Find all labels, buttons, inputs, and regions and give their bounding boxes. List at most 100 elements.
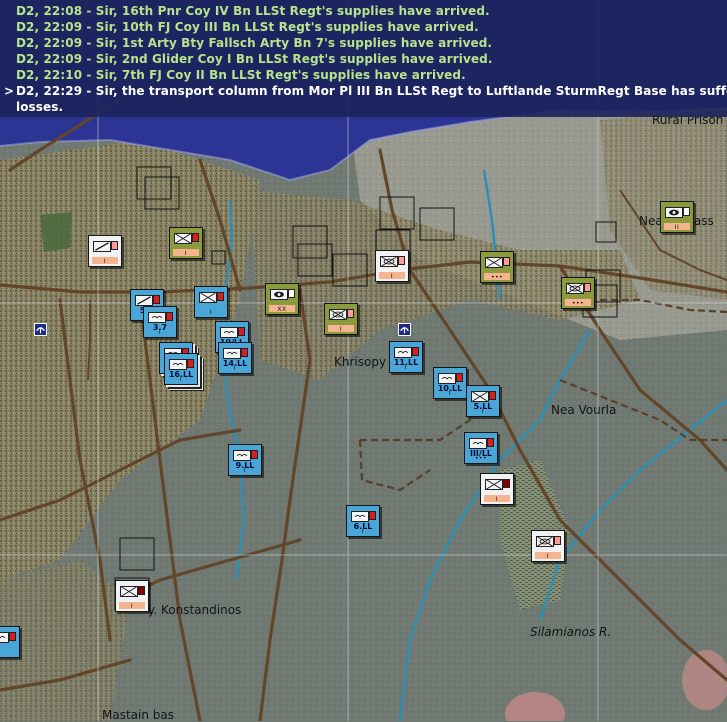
german-unit-counter[interactable]: 14.LL I bbox=[218, 342, 252, 374]
airborne-icon bbox=[438, 373, 456, 384]
unit-size-marker: I bbox=[209, 309, 213, 316]
german-unit-counter[interactable]: 6.LL I bbox=[346, 505, 380, 537]
unit-status-flag bbox=[138, 586, 145, 595]
unit-size-marker: I bbox=[390, 273, 394, 280]
message-line: D2, 22:09 - Sir, 1st Arty Bty Fallsch Ar… bbox=[0, 35, 727, 51]
unit-status-flag bbox=[9, 632, 16, 641]
unit-status-flag bbox=[288, 289, 295, 298]
message-line: D2, 22:08 - Sir, 16th Pnr Coy IV Bn LLSt… bbox=[0, 3, 727, 19]
unit-status-flag bbox=[166, 312, 173, 321]
motorized-icon bbox=[329, 309, 347, 320]
infantry-icon bbox=[485, 479, 503, 490]
airborne-icon bbox=[351, 511, 369, 522]
german-unit-counter[interactable]: 5.LL I bbox=[466, 385, 500, 417]
unit-status-flag bbox=[683, 207, 690, 216]
allied-unit-counter[interactable]: I bbox=[169, 227, 203, 259]
unit-size-marker: ••• bbox=[490, 274, 504, 281]
allied-unit-counter[interactable]: I bbox=[88, 235, 122, 267]
unit-status-flag bbox=[187, 359, 194, 368]
place-label: Khrisopy bbox=[334, 355, 387, 369]
recon-icon bbox=[270, 289, 288, 300]
infantry-icon bbox=[199, 292, 217, 303]
unit-size-marker: I bbox=[184, 250, 188, 257]
unit-status-flag bbox=[241, 348, 248, 357]
message-line: D2, 22:09 - Sir, 2nd Glider Coy I Bn LLS… bbox=[0, 51, 727, 67]
unit-size-marker: I bbox=[158, 329, 162, 336]
unit-status-flag bbox=[503, 479, 510, 488]
allied-unit-counter[interactable]: I bbox=[375, 250, 409, 282]
unit-status-flag bbox=[111, 241, 118, 250]
headquarters-icon[interactable] bbox=[398, 323, 411, 336]
unit-size-marker: ••• bbox=[474, 455, 488, 462]
german-unit-counter[interactable]: 10.LL I bbox=[433, 367, 467, 399]
german-unit-counter[interactable]: 9.LL I bbox=[228, 444, 262, 476]
unit-size-marker: I bbox=[243, 467, 247, 474]
unit-size-marker: I bbox=[339, 326, 343, 333]
german-unit-counter[interactable] bbox=[0, 626, 20, 658]
infantry-icon bbox=[174, 233, 192, 244]
engineer-icon bbox=[93, 241, 111, 252]
unit-status-flag bbox=[503, 257, 510, 266]
airborne-icon bbox=[169, 359, 187, 370]
headquarters-icon[interactable] bbox=[34, 323, 47, 336]
unit-size-marker: I bbox=[361, 528, 365, 535]
unit-status-flag bbox=[217, 292, 224, 301]
allied-unit-counter[interactable]: I bbox=[115, 580, 149, 612]
infantry-icon bbox=[485, 257, 503, 268]
unit-size-marker: I bbox=[404, 364, 408, 371]
allied-unit-counter[interactable]: II bbox=[660, 201, 694, 233]
message-text: D2, 22:08 - Sir, 16th Pnr Coy IV Bn LLSt… bbox=[16, 4, 490, 18]
message-text: D2, 22:10 - Sir, 7th FJ Coy II Bn LLSt R… bbox=[16, 68, 466, 82]
airborne-icon bbox=[394, 347, 412, 358]
place-label: Nea Vourla bbox=[551, 403, 617, 417]
motorized-icon bbox=[536, 536, 554, 547]
message-line: D2, 22:10 - Sir, 7th FJ Coy II Bn LLSt R… bbox=[0, 67, 727, 83]
german-unit-counter[interactable]: 16.LL I bbox=[164, 353, 198, 385]
message-text: D2, 22:09 - Sir, 1st Arty Bty Fallsch Ar… bbox=[16, 36, 493, 50]
unit-size-marker: II bbox=[674, 224, 680, 231]
allied-unit-counter[interactable]: ••• bbox=[561, 277, 595, 309]
message-line: losses. bbox=[0, 99, 727, 115]
message-text: losses. bbox=[16, 100, 64, 114]
german-unit-counter[interactable]: I bbox=[194, 286, 228, 318]
unit-status-flag bbox=[554, 536, 561, 545]
unit-size-marker: I bbox=[179, 376, 183, 383]
german-unit-counter[interactable]: 11.LL I bbox=[389, 341, 423, 373]
unit-size-marker: I bbox=[130, 603, 134, 610]
place-label: Mastain bas bbox=[102, 708, 174, 722]
unit-size-marker: I bbox=[233, 365, 237, 372]
engineer-icon bbox=[135, 295, 153, 306]
airborne-icon bbox=[469, 438, 487, 449]
allied-unit-counter[interactable]: ••• bbox=[480, 251, 514, 283]
allied-unit-counter[interactable]: I bbox=[480, 473, 514, 505]
unit-status-flag bbox=[456, 373, 463, 382]
place-label: y. Konstandinos bbox=[148, 603, 242, 617]
unit-size-marker: I bbox=[546, 553, 550, 560]
allied-unit-counter[interactable]: I bbox=[531, 530, 565, 562]
infantry-icon bbox=[120, 586, 138, 597]
unit-status-flag bbox=[347, 309, 354, 318]
unit-status-flag bbox=[398, 256, 405, 265]
unit-size-marker: I bbox=[103, 258, 107, 265]
airborne-icon bbox=[220, 327, 238, 338]
allied-unit-counter[interactable]: I bbox=[324, 303, 358, 335]
message-text: D2, 22:29 - Sir, the transport column fr… bbox=[16, 84, 727, 98]
infantry-icon bbox=[471, 391, 489, 402]
airborne-icon bbox=[0, 632, 9, 643]
allied-unit-counter[interactable]: XX bbox=[265, 283, 299, 315]
message-line: D2, 22:09 - Sir, 10th FJ Coy III Bn LLSt… bbox=[0, 19, 727, 35]
recon-icon bbox=[665, 207, 683, 218]
message-line: > D2, 22:29 - Sir, the transport column f… bbox=[0, 83, 727, 99]
message-text: D2, 22:09 - Sir, 2nd Glider Coy I Bn LLS… bbox=[16, 52, 493, 66]
unit-status-flag bbox=[153, 295, 160, 304]
unit-status-flag bbox=[251, 450, 258, 459]
message-caret: > bbox=[4, 84, 15, 98]
german-unit-counter[interactable]: 3.7 I bbox=[143, 306, 177, 338]
german-unit-counter[interactable]: III/LL ••• bbox=[464, 432, 498, 464]
unit-size-marker: I bbox=[448, 390, 452, 397]
motorized-icon bbox=[380, 256, 398, 267]
airborne-icon bbox=[148, 312, 166, 323]
message-text: D2, 22:09 - Sir, 10th FJ Coy III Bn LLSt… bbox=[16, 20, 479, 34]
unit-size-marker: I bbox=[481, 408, 485, 415]
unit-status-flag bbox=[192, 233, 199, 242]
